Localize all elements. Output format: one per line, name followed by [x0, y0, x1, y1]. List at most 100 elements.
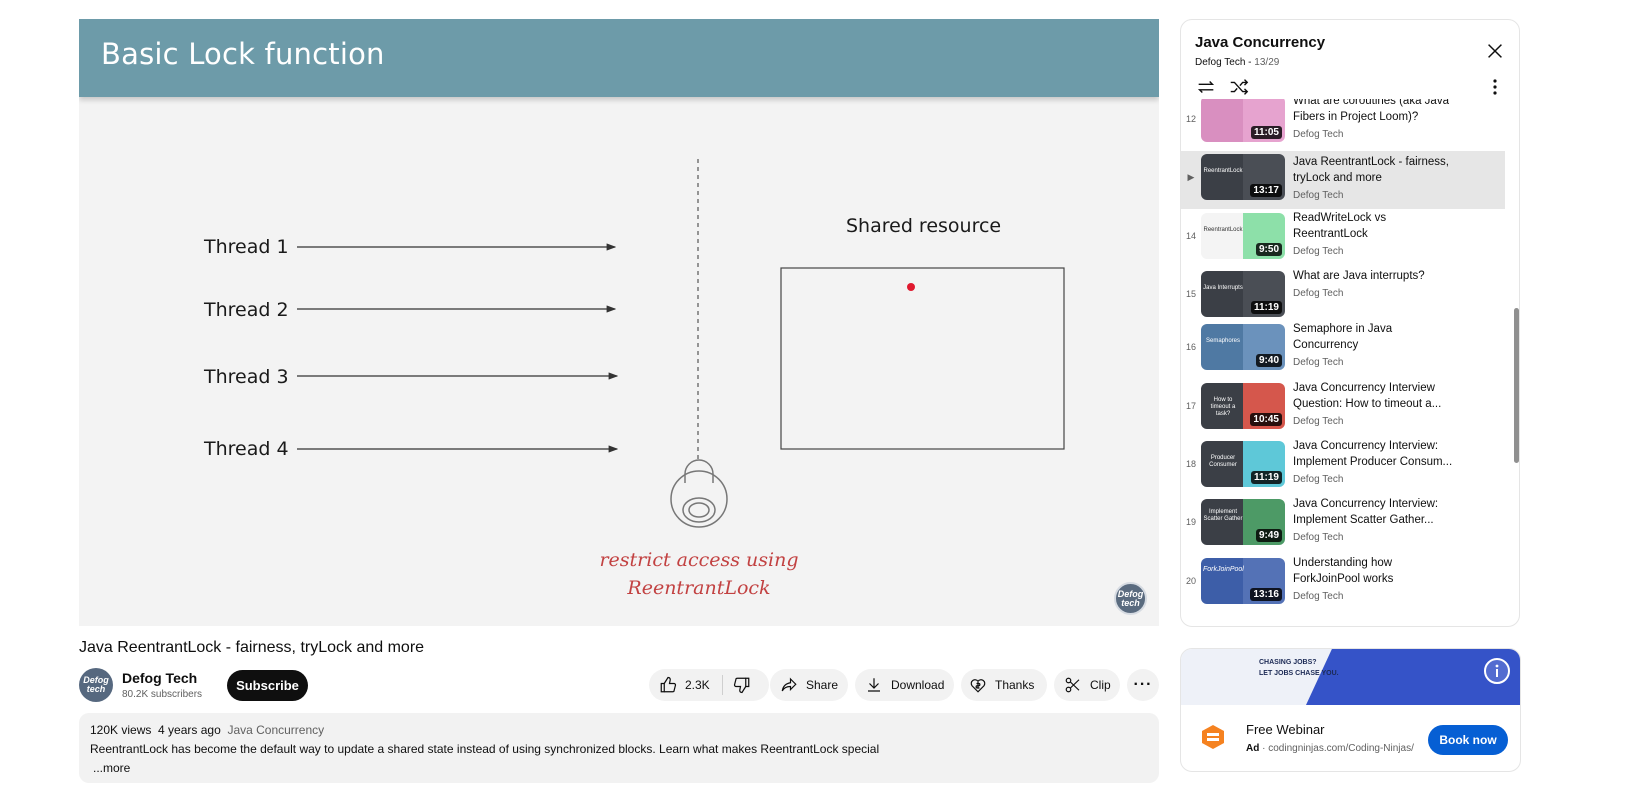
thumbnail-text: ReentrantLock [1203, 227, 1243, 233]
playlist-video-title[interactable]: Java Concurrency Interview: Implement Pr… [1293, 438, 1458, 470]
shared-resource-label: Shared resource [846, 215, 1002, 237]
close-icon[interactable] [1484, 40, 1506, 62]
show-more-link[interactable]: ...more [90, 761, 1148, 775]
thumbnail-text: Java Interrupts [1203, 285, 1243, 291]
playlist-video-channel: Defog Tech [1293, 474, 1344, 485]
playlist-item[interactable]: 14 ReentrantLock 9:50 ReadWriteLock vs Re… [1181, 210, 1505, 268]
thumbnail-text: ReentrantLock [1203, 168, 1243, 174]
description-box[interactable]: 120K views 4 years ago Java Concurrency … [79, 713, 1159, 783]
thanks-button[interactable]: Thanks [961, 669, 1047, 701]
playlist-index: 20 [1185, 576, 1196, 586]
playlist-video-title[interactable]: What are Java interrupts? [1293, 268, 1458, 284]
scissors-icon [1064, 676, 1082, 694]
ad-label: Ad [1246, 743, 1260, 754]
thumbnail-text: Implement Scatter Gather [1203, 509, 1243, 522]
more-actions-button[interactable]: ··· [1127, 669, 1159, 701]
ad-url[interactable]: codingninjas.com/Coding-Ninjas/ [1268, 743, 1414, 754]
playlist-item[interactable]: 12 11:05 What are coroutines (aka Java F… [1181, 99, 1505, 151]
playlist-item[interactable]: 19 Implement Scatter Gather 9:49 Java Con… [1181, 496, 1505, 554]
playlist-channel[interactable]: Defog Tech [1195, 57, 1245, 68]
thread-label: Thread 1 [204, 236, 289, 258]
thumbnail-text: Semaphores [1205, 338, 1241, 344]
video-thumbnail[interactable]: Producer Consumer 11:19 [1201, 441, 1285, 487]
download-icon [865, 676, 883, 694]
playlist-video-title[interactable]: ReadWriteLock vs ReentrantLock [1293, 210, 1458, 242]
channel-watermark[interactable]: Defog tech [1114, 582, 1147, 615]
playlist-video-channel: Defog Tech [1293, 532, 1344, 543]
playlist-subtitle: Defog Tech - 13/29 [1195, 57, 1280, 68]
video-player[interactable]: Basic Lock function Thread 1 Thread 2 Th… [79, 19, 1159, 626]
playlist-items: 12 11:05 What are coroutines (aka Java F… [1181, 99, 1506, 626]
duration-badge: 13:17 [1250, 184, 1282, 197]
playlist-item[interactable]: 18 Producer Consumer 11:19 Java Concurren… [1181, 438, 1505, 496]
playlist-index: 17 [1185, 401, 1196, 411]
duration-badge: 9:40 [1255, 354, 1282, 367]
playlist-index: 12 [1185, 114, 1196, 124]
more-vertical-icon[interactable] [1487, 77, 1503, 97]
playlist-item[interactable]: 20 ForkJoinPool 13:16 Understanding how F… [1181, 555, 1505, 613]
playlist-index: 19 [1185, 517, 1196, 527]
playlist-position: 13/29 [1254, 57, 1280, 68]
playlist-panel: Java Concurrency Defog Tech - 13/29 12 1… [1180, 19, 1520, 627]
playlist-video-title[interactable]: Understanding how ForkJoinPool works [1293, 555, 1458, 587]
video-thumbnail[interactable]: Java Interrupts 11:19 [1201, 271, 1285, 317]
shuffle-icon[interactable] [1228, 76, 1250, 98]
slide-caption: restrict access using ReentrantLock [599, 546, 799, 602]
video-thumbnail[interactable]: ReentrantLock 13:17 [1201, 154, 1285, 200]
info-icon[interactable] [1484, 658, 1510, 684]
ad-card[interactable]: CHASING JOBS? LET JOBS CHASE YOU. Free W… [1180, 648, 1521, 772]
video-thumbnail[interactable]: Semaphores 9:40 [1201, 324, 1285, 370]
ad-banner-line: CHASING JOBS? [1259, 659, 1317, 666]
video-thumbnail[interactable]: 11:05 [1201, 99, 1285, 142]
playlist-video-title[interactable]: Java Concurrency Interview: Implement Sc… [1293, 496, 1458, 528]
playlist-video-channel: Defog Tech [1293, 190, 1344, 201]
ad-banner[interactable]: CHASING JOBS? LET JOBS CHASE YOU. [1181, 649, 1520, 705]
thumbnail-text: ForkJoinPool [1203, 566, 1244, 573]
now-playing-icon: ▶ [1187, 172, 1195, 182]
thread-label: Thread 2 [204, 299, 289, 321]
video-thumbnail[interactable]: Implement Scatter Gather 9:49 [1201, 499, 1285, 545]
playlist-item[interactable]: 16 Semaphores 9:40 Semaphore in Java Conc… [1181, 321, 1505, 379]
resource-dot [907, 283, 915, 291]
download-button[interactable]: Download [855, 669, 954, 701]
playlist-item-current[interactable]: ▶ ReentrantLock 13:17 Java ReentrantLock … [1181, 151, 1505, 209]
thumbs-down-icon[interactable] [733, 676, 751, 694]
avatar[interactable]: Defog tech [79, 668, 113, 702]
thread-label: Thread 3 [204, 366, 289, 388]
share-label: Share [806, 678, 839, 692]
playlist-video-title[interactable]: Java Concurrency Interview Question: How… [1293, 380, 1458, 412]
playlist-index: 15 [1185, 289, 1196, 299]
download-label: Download [891, 678, 945, 692]
duration-badge: 11:19 [1250, 301, 1282, 314]
channel-name[interactable]: Defog Tech [122, 670, 197, 686]
subscriber-count: 80.2K subscribers [122, 689, 203, 700]
duration-badge: 11:05 [1250, 126, 1282, 139]
playlist-video-title[interactable]: What are coroutines (aka Java Fibers in … [1293, 99, 1458, 125]
playlist-scrollbar[interactable] [1514, 308, 1519, 463]
more-horizontal-icon: ··· [1133, 676, 1153, 693]
description-meta: 120K views 4 years ago Java Concurrency [90, 723, 1148, 737]
share-button[interactable]: Share [770, 669, 848, 701]
video-thumbnail[interactable]: How to timeout a task? 10:45 [1201, 383, 1285, 429]
playlist-item[interactable]: 15 Java Interrupts 11:19 What are Java in… [1181, 268, 1505, 326]
playlist-item[interactable]: 17 How to timeout a task? 10:45 Java Conc… [1181, 380, 1505, 438]
subscribe-button[interactable]: Subscribe [227, 670, 308, 701]
video-thumbnail[interactable]: ForkJoinPool 13:16 [1201, 558, 1285, 604]
thumbs-up-icon[interactable] [659, 676, 677, 694]
ad-title[interactable]: Free Webinar [1246, 722, 1325, 737]
playlist-index: 18 [1185, 459, 1196, 469]
playlist-title[interactable]: Java Concurrency [1195, 34, 1325, 51]
video-thumbnail[interactable]: ReentrantLock 9:50 [1201, 213, 1285, 259]
clip-button[interactable]: Clip [1054, 669, 1120, 701]
thread-label: Thread 4 [204, 438, 289, 460]
playlist-link[interactable]: Java Concurrency [227, 723, 324, 737]
loop-icon[interactable] [1195, 76, 1217, 98]
like-count[interactable]: 2.3K [685, 678, 710, 692]
playlist-video-channel: Defog Tech [1293, 357, 1344, 368]
playlist-video-title[interactable]: Semaphore in Java Concurrency [1293, 321, 1458, 353]
ad-banner-line: LET JOBS CHASE YOU. [1259, 670, 1339, 677]
book-now-button[interactable]: Book now [1428, 725, 1508, 755]
view-count: 120K views [90, 723, 152, 737]
duration-badge: 10:45 [1250, 413, 1282, 426]
playlist-video-title[interactable]: Java ReentrantLock - fairness, tryLock a… [1293, 154, 1458, 186]
